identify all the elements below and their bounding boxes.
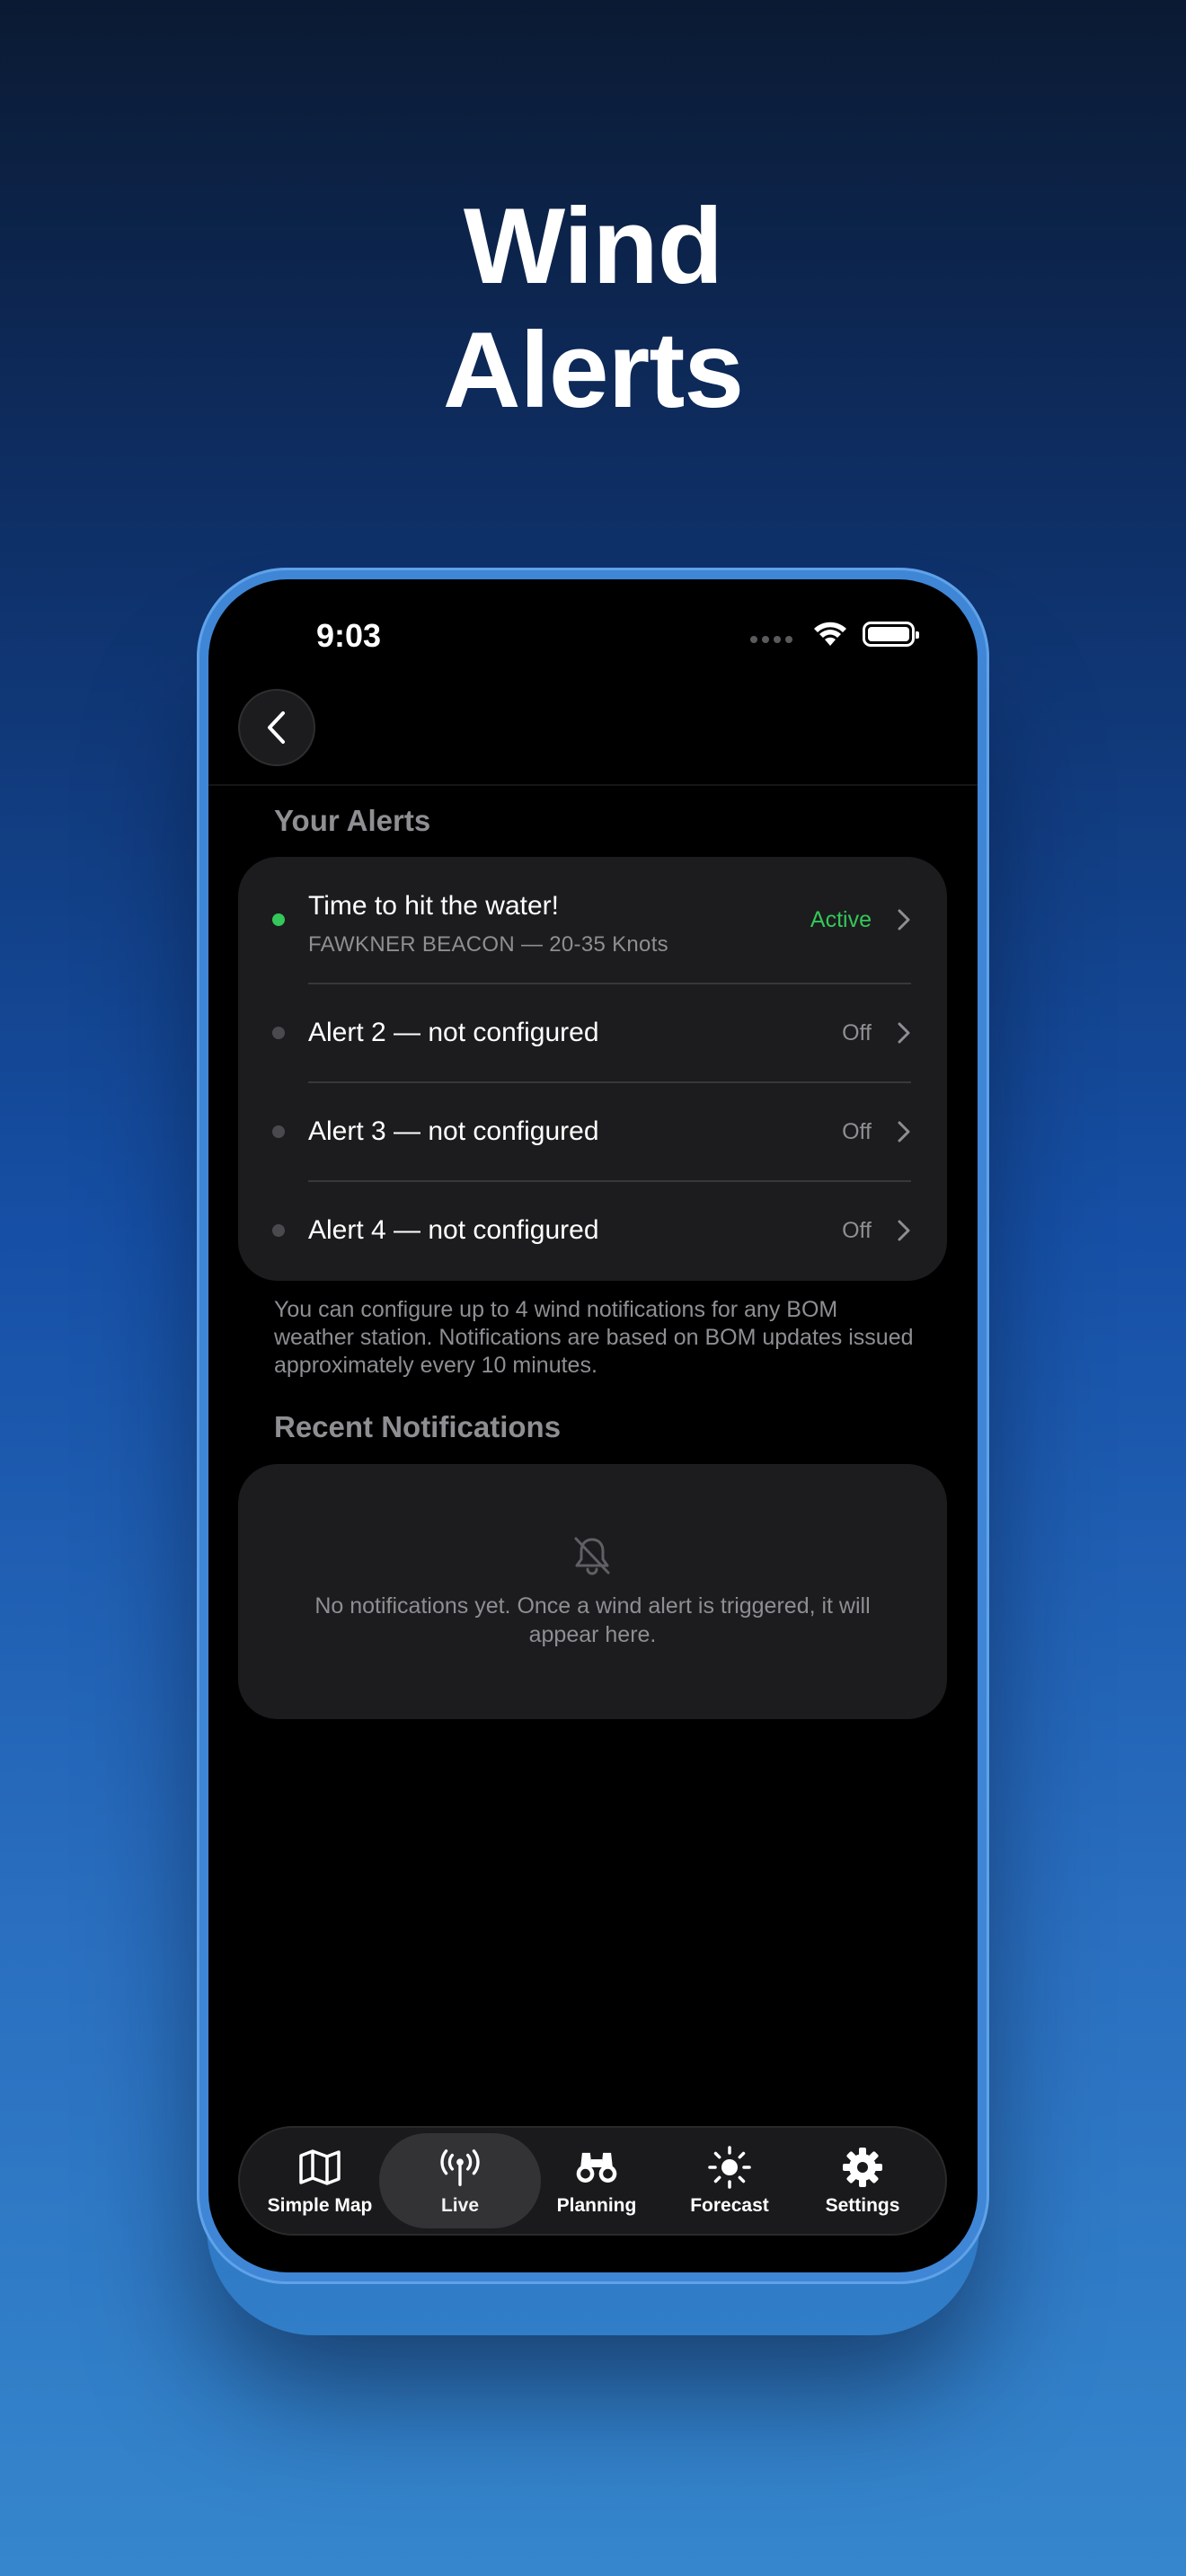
alert-title: Time to hit the water! xyxy=(308,891,559,921)
status-icons xyxy=(750,621,919,648)
alert-row-2[interactable]: Alert 2 — not configured Off xyxy=(238,984,947,1081)
chevron-right-icon xyxy=(898,1121,910,1142)
tab-label: Settings xyxy=(825,2195,900,2216)
alert-subtitle: FAWKNER BEACON — 20-35 Knots xyxy=(308,932,668,957)
alert-row-3[interactable]: Alert 3 — not configured Off xyxy=(238,1083,947,1180)
alert-status: Off xyxy=(842,1020,872,1045)
empty-notifications-text: No notifications yet. Once a wind alert … xyxy=(314,1593,871,1647)
wifi-icon xyxy=(814,622,846,646)
tab-planning[interactable]: Planning xyxy=(529,2128,664,2234)
gear-icon xyxy=(843,2148,882,2187)
inactive-indicator-dot xyxy=(272,1224,285,1237)
active-indicator-dot xyxy=(272,913,285,926)
tab-label: Forecast xyxy=(690,2195,769,2216)
alerts-card: Time to hit the water! FAWKNER BEACON — … xyxy=(238,857,947,1281)
chevron-right-icon xyxy=(898,1220,910,1241)
alert-title: Alert 3 — not configured xyxy=(308,1116,599,1146)
alert-title: Alert 2 — not configured xyxy=(308,1018,599,1047)
map-icon xyxy=(299,2149,341,2185)
alert-row-4[interactable]: Alert 4 — not configured Off xyxy=(238,1182,947,1279)
status-time: 9:03 xyxy=(316,617,382,654)
alert-title: Alert 4 — not configured xyxy=(308,1215,599,1245)
tab-settings[interactable]: Settings xyxy=(795,2128,930,2234)
antenna-icon xyxy=(440,2149,480,2186)
chevron-left-icon xyxy=(268,711,285,744)
recent-notifications-title: Recent Notifications xyxy=(274,1410,562,1443)
notifications-card: No notifications yet. Once a wind alert … xyxy=(238,1464,947,1719)
chevron-right-icon xyxy=(898,1022,910,1044)
inactive-indicator-dot xyxy=(272,1027,285,1039)
bell-slash-icon xyxy=(574,1537,610,1575)
tab-label: Live xyxy=(440,2195,480,2216)
your-alerts-title: Your Alerts xyxy=(274,804,431,837)
alert-row-1[interactable]: Time to hit the water! FAWKNER BEACON — … xyxy=(238,857,947,983)
headline-line-2: Alerts xyxy=(442,310,744,430)
chevron-right-icon xyxy=(898,909,910,931)
alerts-footnote: You can configure up to 4 wind notificat… xyxy=(274,1297,914,1378)
tab-forecast[interactable]: Forecast xyxy=(662,2128,797,2234)
headline-line-1: Wind xyxy=(463,186,723,306)
phone-screen: 9:03 Your Alerts Time to hit the water! … xyxy=(208,579,978,2272)
alert-status: Off xyxy=(842,1119,872,1144)
battery-icon xyxy=(863,622,919,647)
nav-divider xyxy=(208,784,978,786)
tab-live[interactable]: Live xyxy=(379,2133,541,2228)
sun-icon xyxy=(708,2146,751,2189)
tab-simple-map[interactable]: Simple Map xyxy=(252,2128,387,2234)
binoculars-icon xyxy=(576,2152,617,2183)
tab-label: Simple Map xyxy=(267,2195,373,2216)
alert-status: Active xyxy=(810,907,872,932)
tab-label: Planning xyxy=(556,2195,637,2216)
alert-status: Off xyxy=(842,1218,872,1243)
cellular-signal-icon xyxy=(750,636,792,643)
tab-bar: Simple Map Live Planning Forecast Settin… xyxy=(238,2126,947,2236)
back-button[interactable] xyxy=(238,689,315,766)
marketing-headline: Wind Alerts xyxy=(0,184,1186,432)
inactive-indicator-dot xyxy=(272,1125,285,1138)
